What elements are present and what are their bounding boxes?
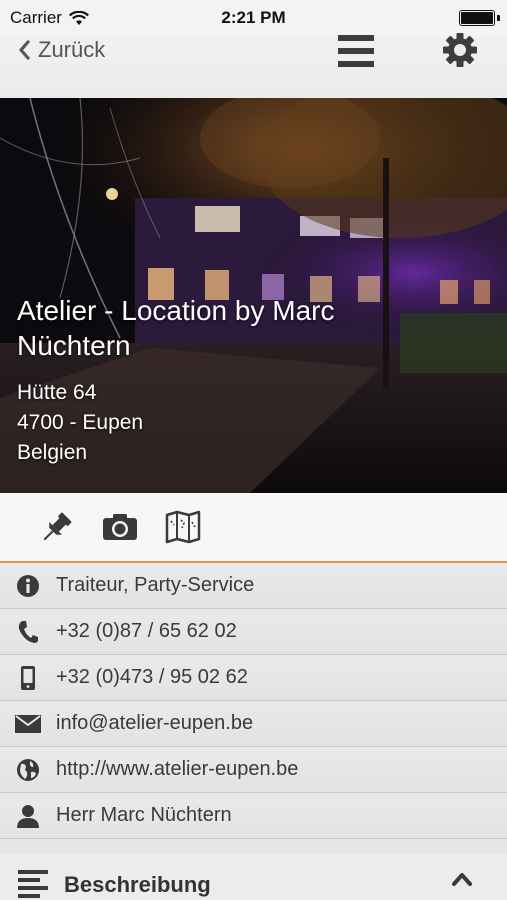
info-row-mobile[interactable]: +32 (0)473 / 95 02 62 xyxy=(0,655,507,701)
info-row-phone[interactable]: +32 (0)87 / 65 62 02 xyxy=(0,609,507,655)
battery-tip xyxy=(497,15,500,21)
phone-text: +32 (0)87 / 65 62 02 xyxy=(56,620,237,642)
info-row-email[interactable]: info@atelier-eupen.be xyxy=(0,701,507,747)
contact-person-text: Herr Marc Nüchtern xyxy=(56,804,232,826)
status-bar: Carrier 2:21 PM xyxy=(0,0,507,36)
envelope-icon xyxy=(15,714,41,733)
location-header: Atelier - Location by Marc Nüchtern Hütt… xyxy=(17,293,417,468)
chevron-left-icon xyxy=(19,40,30,60)
location-photo: Atelier - Location by Marc Nüchtern Hütt… xyxy=(0,98,507,493)
phone-icon xyxy=(18,620,38,643)
globe-icon xyxy=(17,758,39,781)
mobile-icon-cell xyxy=(0,655,56,701)
info-icon xyxy=(17,574,39,597)
hamburger-menu-icon xyxy=(338,35,374,67)
chevron-up-icon[interactable] xyxy=(452,872,472,886)
back-label: Zurück xyxy=(38,37,106,62)
gear-icon xyxy=(443,33,477,67)
description-title: Beschreibung xyxy=(64,872,211,897)
navigation-bar: Zurück xyxy=(0,33,507,98)
battery-icon xyxy=(459,10,495,26)
phone-icon-cell xyxy=(0,609,56,655)
person-icon-cell xyxy=(0,793,56,839)
action-bar xyxy=(0,493,507,563)
location-address: Hütte 64 4700 - Eupen Belgien xyxy=(17,378,417,468)
contact-info-list: Traiteur, Party-Service +32 (0)87 / 65 6… xyxy=(0,563,507,839)
email-text: info@atelier-eupen.be xyxy=(56,712,254,734)
info-row-website[interactable]: http://www.atelier-eupen.be xyxy=(0,747,507,793)
camera-icon xyxy=(103,514,137,540)
map-icon xyxy=(165,510,201,544)
description-section-header[interactable]: Beschreibung xyxy=(0,854,507,900)
info-row-category[interactable]: Traiteur, Party-Service xyxy=(0,563,507,609)
person-icon xyxy=(17,804,39,828)
status-time: 2:21 PM xyxy=(221,8,286,27)
pin-button[interactable] xyxy=(38,509,76,545)
address-country: Belgien xyxy=(17,441,88,464)
mobile-phone-icon xyxy=(21,665,35,690)
menu-button[interactable] xyxy=(338,34,374,68)
info-row-contact-person[interactable]: Herr Marc Nüchtern xyxy=(0,793,507,839)
settings-button[interactable] xyxy=(440,30,480,70)
website-icon-cell xyxy=(0,747,56,793)
category-text: Traiteur, Party-Service xyxy=(56,574,255,596)
address-street: Hütte 64 xyxy=(17,381,97,404)
back-button[interactable]: Zurück xyxy=(18,36,105,64)
list-icon xyxy=(18,870,48,898)
map-button[interactable] xyxy=(164,509,202,545)
location-title: Atelier - Location by Marc Nüchtern xyxy=(17,295,335,361)
battery-level xyxy=(461,12,493,24)
mobile-text: +32 (0)473 / 95 02 62 xyxy=(56,666,248,688)
email-icon-cell xyxy=(0,701,56,747)
pin-icon xyxy=(43,512,72,541)
info-icon-cell xyxy=(0,563,56,609)
photos-button[interactable] xyxy=(101,509,139,545)
address-city: 4700 - Eupen xyxy=(17,411,144,434)
website-text: http://www.atelier-eupen.be xyxy=(56,758,299,780)
